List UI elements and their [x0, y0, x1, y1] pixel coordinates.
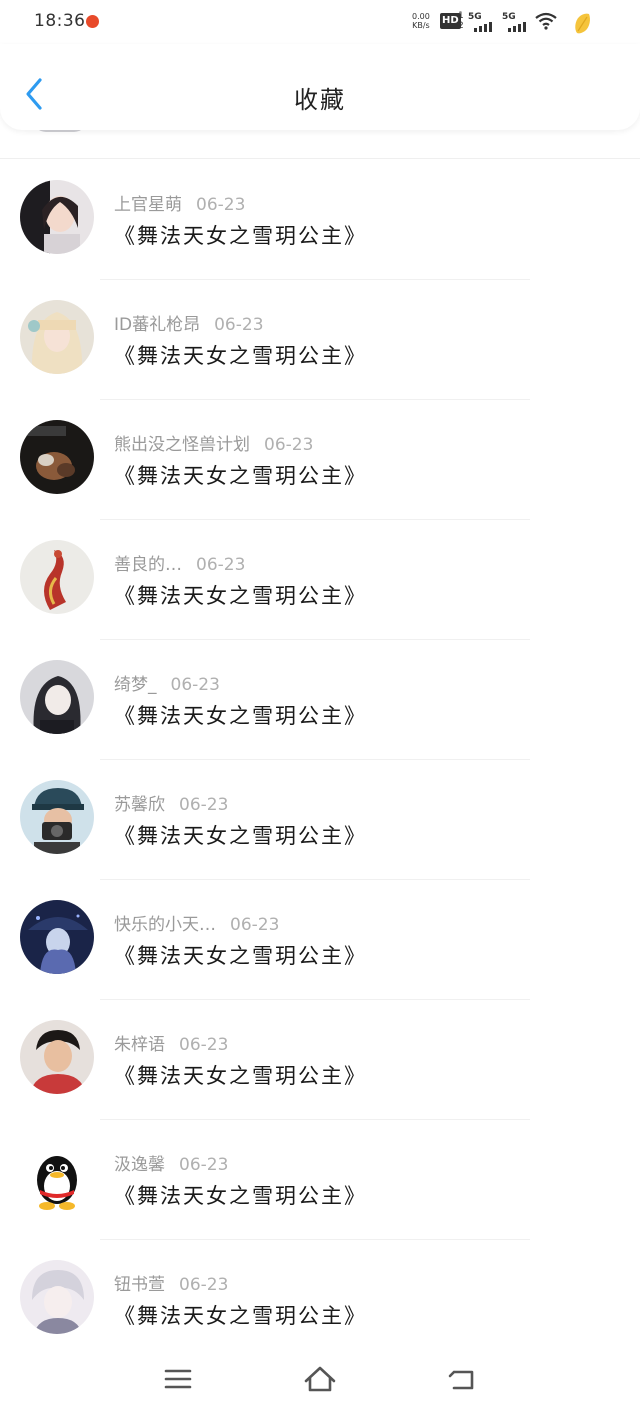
item-meta: 朱梓语 06-23: [114, 1030, 228, 1055]
item-meta: 苏馨欣 06-23: [114, 790, 228, 815]
item-meta: 善良的… 06-23: [114, 550, 245, 575]
item-date: 06-23: [179, 1155, 229, 1175]
network-speed-unit: KB/s: [412, 21, 430, 30]
user-name: 上官星萌: [114, 195, 182, 215]
item-meta: 汲逸馨 06-23: [114, 1150, 228, 1175]
item-date: 06-23: [264, 435, 314, 455]
avatar[interactable]: [20, 900, 94, 974]
network-speed-value: 0.00: [412, 12, 430, 21]
list-item[interactable]: 熊出没之怪兽计划 06-23 《舞法天女之雪玥公主》: [0, 400, 640, 520]
signal-1-label: 5G: [468, 12, 482, 22]
item-title[interactable]: 《舞法天女之雪玥公主》: [114, 940, 367, 970]
sim-indicator: 1 2: [458, 11, 464, 31]
sim-1-label: 1: [458, 11, 464, 21]
avatar[interactable]: [20, 1020, 94, 1094]
home-icon[interactable]: [302, 1363, 338, 1395]
avatar[interactable]: [20, 300, 94, 374]
favorites-list: 上官星萌 06-23 《舞法天女之雪玥公主》 ID蕃礼枪昂 06-23 《舞法天女之…: [0, 160, 640, 1360]
item-title[interactable]: 《舞法天女之雪玥公主》: [114, 1300, 367, 1330]
item-date: 06-23: [230, 915, 280, 935]
user-name: 绮梦_: [114, 675, 157, 695]
item-meta: 绮梦_ 06-23: [114, 670, 220, 695]
item-meta: 上官星萌 06-23: [114, 190, 245, 215]
status-time: 18:36: [34, 11, 86, 31]
item-date: 06-23: [179, 1035, 229, 1055]
item-title[interactable]: 《舞法天女之雪玥公主》: [114, 1060, 367, 1090]
item-title[interactable]: 《舞法天女之雪玥公主》: [114, 700, 367, 730]
list-item[interactable]: 朱梓语 06-23 《舞法天女之雪玥公主》: [0, 1000, 640, 1120]
sim-2-label: 2: [458, 21, 464, 31]
list-item[interactable]: 苏馨欣 06-23 《舞法天女之雪玥公主》: [0, 760, 640, 880]
back-icon[interactable]: [444, 1363, 480, 1395]
item-meta: ID蕃礼枪昂 06-23: [114, 310, 264, 335]
item-meta: 钮书萱 06-23: [114, 1270, 228, 1295]
battery-icon: [575, 13, 590, 34]
system-nav-bar: [0, 1345, 640, 1415]
list-item[interactable]: 绮梦_ 06-23 《舞法天女之雪玥公主》: [0, 640, 640, 760]
avatar[interactable]: [20, 180, 94, 254]
item-title[interactable]: 《舞法天女之雪玥公主》: [114, 340, 367, 370]
avatar[interactable]: [20, 1140, 94, 1214]
item-title[interactable]: 《舞法天女之雪玥公主》: [114, 820, 367, 850]
avatar[interactable]: [20, 1260, 94, 1334]
avatar[interactable]: [20, 540, 94, 614]
wifi-icon: [535, 12, 557, 30]
list-item[interactable]: 快乐的小天… 06-23 《舞法天女之雪玥公主》: [0, 880, 640, 1000]
item-meta: 快乐的小天… 06-23: [114, 910, 279, 935]
item-date: 06-23: [196, 195, 246, 215]
user-name: 朱梓语: [114, 1035, 165, 1055]
status-bar: 18:36 0.00 KB/s HD 1 2 5G 5G: [0, 0, 640, 44]
item-title[interactable]: 《舞法天女之雪玥公主》: [114, 220, 367, 250]
divider: [0, 158, 640, 159]
item-date: 06-23: [196, 555, 246, 575]
list-item[interactable]: 善良的… 06-23 《舞法天女之雪玥公主》: [0, 520, 640, 640]
item-date: 06-23: [170, 675, 220, 695]
item-meta: 熊出没之怪兽计划 06-23: [114, 430, 313, 455]
network-speed: 0.00 KB/s: [412, 12, 430, 30]
signal-2-label: 5G: [502, 12, 516, 22]
user-name: 苏馨欣: [114, 795, 165, 815]
user-name: 汲逸馨: [114, 1155, 165, 1175]
signal-2-icon: 5G: [502, 12, 528, 32]
menu-icon[interactable]: [160, 1363, 196, 1395]
list-item[interactable]: 钮书萱 06-23 《舞法天女之雪玥公主》: [0, 1240, 640, 1360]
user-name: 熊出没之怪兽计划: [114, 435, 250, 455]
item-title[interactable]: 《舞法天女之雪玥公主》: [114, 580, 367, 610]
user-name: 善良的…: [114, 555, 182, 575]
item-date: 06-23: [179, 795, 229, 815]
user-name: 快乐的小天…: [114, 915, 216, 935]
avatar[interactable]: [20, 660, 94, 734]
list-item[interactable]: ID蕃礼枪昂 06-23 《舞法天女之雪玥公主》: [0, 280, 640, 400]
list-item[interactable]: 汲逸馨 06-23 《舞法天女之雪玥公主》: [0, 1120, 640, 1240]
item-title[interactable]: 《舞法天女之雪玥公主》: [114, 460, 367, 490]
notification-icon: [86, 15, 99, 28]
avatar[interactable]: [20, 780, 94, 854]
signal-1-icon: 5G: [468, 12, 494, 32]
user-name: 钮书萱: [114, 1275, 165, 1295]
item-date: 06-23: [179, 1275, 229, 1295]
item-title[interactable]: 《舞法天女之雪玥公主》: [114, 1180, 367, 1210]
page-title: 收藏: [294, 86, 346, 114]
avatar[interactable]: [20, 420, 94, 494]
item-date: 06-23: [214, 315, 264, 335]
user-name: ID蕃礼枪昂: [114, 315, 201, 335]
header: 收藏: [0, 44, 640, 130]
list-item[interactable]: 上官星萌 06-23 《舞法天女之雪玥公主》: [0, 160, 640, 280]
